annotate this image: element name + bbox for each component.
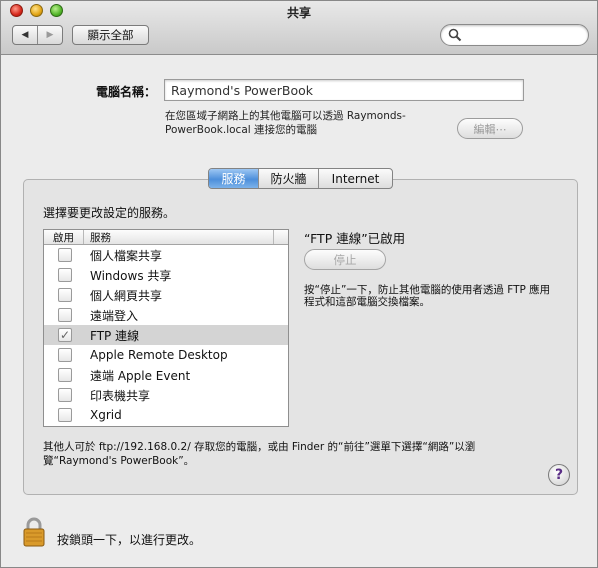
column-service[interactable]: 服務 bbox=[84, 230, 274, 244]
access-note: 其他人可於 ftp://192.168.0.2/ 存取您的電腦，或由 Finde… bbox=[43, 441, 476, 467]
service-name: Windows 共享 bbox=[90, 268, 172, 283]
search-field[interactable] bbox=[440, 24, 589, 46]
show-all-button[interactable]: 顯示全部 bbox=[72, 25, 149, 45]
table-row[interactable]: 遠端登入 bbox=[44, 305, 288, 325]
service-name: Xgrid bbox=[90, 408, 122, 422]
service-checkbox-checked[interactable]: ✓ bbox=[58, 328, 72, 342]
forward-button[interactable]: ▶ bbox=[37, 26, 62, 44]
column-spacer bbox=[274, 230, 288, 244]
service-checkbox[interactable] bbox=[58, 288, 72, 302]
service-name: 個人網頁共享 bbox=[90, 288, 163, 303]
tab-bar: 服務 防火牆 Internet bbox=[208, 168, 393, 189]
service-name: 個人檔案共享 bbox=[90, 248, 163, 263]
table-row[interactable]: 個人網頁共享 bbox=[44, 285, 288, 305]
table-row[interactable]: Xgrid bbox=[44, 405, 288, 425]
computer-name-description: 在您區域子網路上的其他電腦可以透過 Raymonds-PowerBook.loc… bbox=[165, 110, 406, 136]
service-name: 印表機共享 bbox=[90, 388, 151, 403]
table-row[interactable]: 遠端 Apple Event bbox=[44, 365, 288, 385]
table-row[interactable]: 印表機共享 bbox=[44, 385, 288, 405]
tab-firewall[interactable]: 防火牆 bbox=[258, 169, 318, 188]
tab-services[interactable]: 服務 bbox=[209, 169, 258, 188]
tab-internet[interactable]: Internet bbox=[318, 169, 392, 188]
service-checkbox[interactable] bbox=[58, 308, 72, 322]
column-enabled[interactable]: 啟用 bbox=[44, 230, 84, 244]
stop-button[interactable]: 停止 bbox=[304, 249, 386, 270]
table-row[interactable]: Apple Remote Desktop bbox=[44, 345, 288, 365]
computer-name-field[interactable]: Raymond's PowerBook bbox=[164, 79, 524, 101]
service-checkbox[interactable] bbox=[58, 408, 72, 422]
service-name: Apple Remote Desktop bbox=[90, 348, 228, 362]
service-status-title: “FTP 連線”已啟用 bbox=[304, 231, 406, 246]
window-title: 共享 bbox=[286, 6, 311, 20]
search-icon bbox=[448, 28, 462, 45]
service-name: 遠端登入 bbox=[90, 308, 139, 323]
services-instruction: 選擇要更改設定的服務。 bbox=[43, 206, 176, 220]
help-icon[interactable]: ? bbox=[548, 464, 570, 486]
services-table: 啟用 服務 個人檔案共享 Windows 共享 個人網頁共享 遠端登入 ✓ FT… bbox=[43, 229, 289, 427]
service-checkbox[interactable] bbox=[58, 248, 72, 262]
service-status-description: 按“停止”一下，防止其他電腦的使用者透過 FTP 應用程式和這部電腦交換檔案。 bbox=[304, 284, 551, 308]
lock-icon[interactable] bbox=[23, 517, 45, 550]
computer-name-label: 電腦名稱： bbox=[95, 85, 156, 99]
service-checkbox[interactable] bbox=[58, 368, 72, 382]
back-button[interactable]: ◀ bbox=[13, 26, 37, 44]
edit-button[interactable]: 編輯⋯ bbox=[457, 118, 523, 139]
preferences-window: 共享 ◀ ▶ 顯示全部 電腦名稱： Raymond's PowerBook 在您… bbox=[0, 0, 598, 568]
service-checkbox[interactable] bbox=[58, 348, 72, 362]
service-checkbox[interactable] bbox=[58, 388, 72, 402]
table-row-selected[interactable]: ✓ FTP 連線 bbox=[44, 325, 288, 345]
back-forward-control: ◀ ▶ bbox=[12, 25, 63, 45]
title-bar: 共享 ◀ ▶ 顯示全部 bbox=[1, 1, 597, 55]
service-checkbox[interactable] bbox=[58, 268, 72, 282]
table-header: 啟用 服務 bbox=[44, 230, 288, 245]
table-row[interactable]: Windows 共享 bbox=[44, 265, 288, 285]
service-name: FTP 連線 bbox=[90, 328, 140, 343]
table-row[interactable]: 個人檔案共享 bbox=[44, 245, 288, 265]
lock-instruction: 按鎖頭一下，以進行更改。 bbox=[57, 533, 202, 547]
service-name: 遠端 Apple Event bbox=[90, 368, 191, 383]
